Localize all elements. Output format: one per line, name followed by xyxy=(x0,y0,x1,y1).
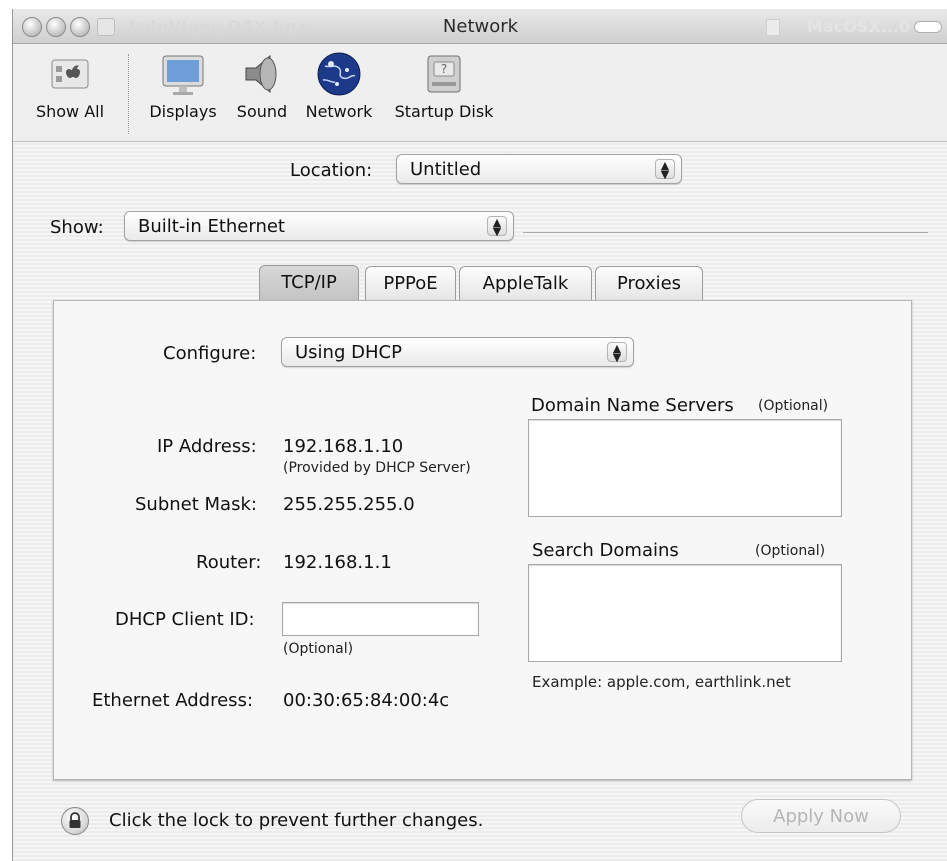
separator-line xyxy=(523,232,928,233)
toolbar-separator xyxy=(128,54,129,134)
lock-button[interactable] xyxy=(61,807,89,835)
lock-icon xyxy=(69,812,81,828)
search-domains-label: Search Domains xyxy=(532,540,679,561)
dhcp-client-id-note: (Optional) xyxy=(283,641,354,657)
toolbar-startup-disk[interactable]: ? Startup Disk xyxy=(389,50,499,121)
title-bar[interactable]: isdnVigor_OSX.hqx Network MacOSX...0 xyxy=(13,9,947,44)
toolbar-label-displays: Displays xyxy=(149,102,217,121)
dhcp-client-id-label: DHCP Client ID: xyxy=(115,609,255,630)
network-preferences-window: isdnVigor_OSX.hqx Network MacOSX...0 Sho… xyxy=(12,9,947,861)
show-value: Built-in Ethernet xyxy=(138,216,285,237)
network-globe-icon xyxy=(315,50,363,98)
dhcp-client-id-field[interactable] xyxy=(282,602,479,636)
search-domains-field[interactable] xyxy=(528,564,842,662)
show-all-icon xyxy=(46,50,94,98)
location-popup[interactable]: Untitled ▲ ▼ xyxy=(396,154,682,184)
configure-label: Configure: xyxy=(163,343,257,364)
show-popup[interactable]: Built-in Ethernet ▲ ▼ xyxy=(124,211,514,241)
ip-address-note: (Provided by DHCP Server) xyxy=(283,460,471,476)
ethernet-address-value: 00:30:65:84:00:4c xyxy=(283,690,450,711)
displays-icon xyxy=(159,50,207,98)
configure-popup[interactable]: Using DHCP ▲ ▼ xyxy=(281,337,634,367)
toolbar-label-show-all: Show All xyxy=(35,102,105,121)
background-window-title-right: MacOSX...0 xyxy=(806,17,910,36)
svg-text:?: ? xyxy=(441,62,447,76)
toolbar-label-sound: Sound xyxy=(236,102,288,121)
location-value: Untitled xyxy=(410,159,482,180)
subnet-mask-value: 255.255.255.0 xyxy=(283,494,415,515)
toolbar-label-startup-disk: Startup Disk xyxy=(394,102,494,121)
tab-proxies[interactable]: Proxies xyxy=(595,266,703,300)
show-label: Show: xyxy=(50,217,104,238)
sound-icon xyxy=(238,50,286,98)
router-label: Router: xyxy=(196,552,262,573)
background-document-icon xyxy=(766,19,780,36)
startup-disk-icon: ? xyxy=(420,50,468,98)
toolbar-label-network: Network xyxy=(305,102,373,121)
ip-address-value: 192.168.1.10 xyxy=(283,436,404,457)
tab-appletalk-label: AppleTalk xyxy=(482,273,569,294)
search-domains-example: Example: apple.com, earthlink.net xyxy=(532,673,791,691)
dns-servers-field[interactable] xyxy=(528,419,842,517)
subnet-mask-label: Subnet Mask: xyxy=(135,494,257,515)
preferences-toolbar: Show All Displays Sound Network ? Startu… xyxy=(13,44,947,142)
dns-label: Domain Name Servers xyxy=(531,395,734,416)
popup-arrows-icon: ▲ ▼ xyxy=(607,342,627,363)
dns-optional: (Optional) xyxy=(758,398,829,414)
tab-pppoe[interactable]: PPPoE xyxy=(365,266,456,300)
toolbar-network[interactable]: Network xyxy=(301,50,377,121)
tab-tcpip[interactable]: TCP/IP xyxy=(259,265,359,301)
search-domains-optional: (Optional) xyxy=(755,543,826,559)
router-value: 192.168.1.1 xyxy=(283,552,392,573)
toolbar-displays[interactable]: Displays xyxy=(143,50,223,121)
apply-now-label: Apply Now xyxy=(773,806,869,827)
tab-tcpip-label: TCP/IP xyxy=(281,272,337,293)
toolbar-show-all[interactable]: Show All xyxy=(27,50,113,121)
ethernet-address-label: Ethernet Address: xyxy=(92,690,254,711)
popup-arrows-icon: ▲ ▼ xyxy=(655,159,675,180)
tab-pppoe-label: PPPoE xyxy=(383,273,438,294)
toolbar-sound[interactable]: Sound xyxy=(232,50,292,121)
popup-arrows-icon: ▲ ▼ xyxy=(487,216,507,237)
toolbar-toggle-button[interactable] xyxy=(914,21,942,33)
apply-now-button[interactable]: Apply Now xyxy=(741,799,901,833)
tab-appletalk[interactable]: AppleTalk xyxy=(459,266,592,300)
tab-proxies-label: Proxies xyxy=(616,273,682,294)
location-label: Location: xyxy=(290,160,373,181)
ip-address-label: IP Address: xyxy=(157,436,257,457)
configure-value: Using DHCP xyxy=(295,342,402,363)
lock-message: Click the lock to prevent further change… xyxy=(109,810,484,831)
